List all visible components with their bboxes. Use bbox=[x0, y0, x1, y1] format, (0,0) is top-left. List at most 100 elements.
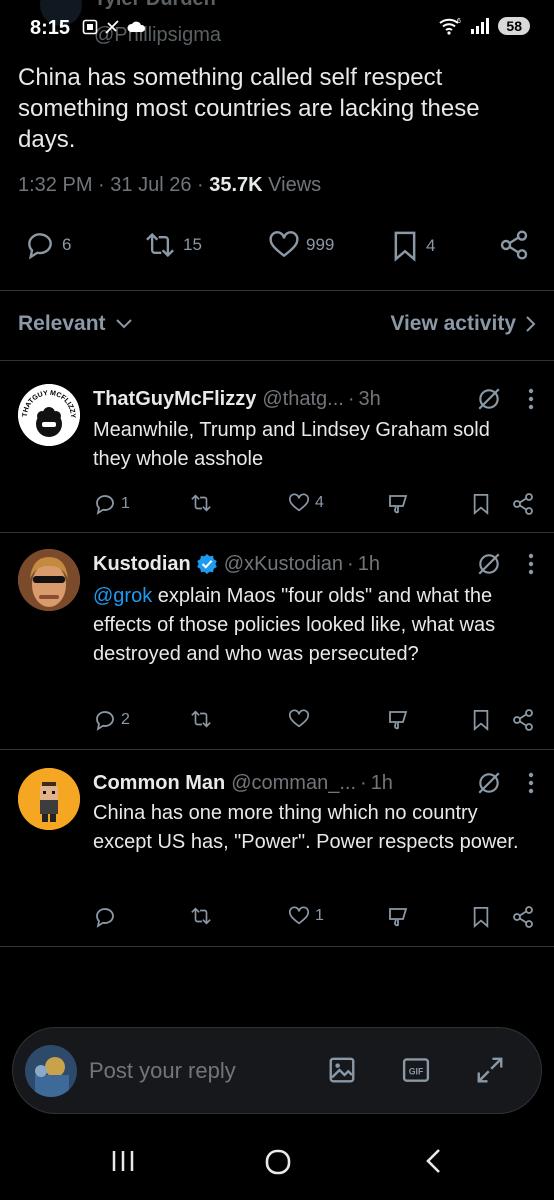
reply-icon bbox=[96, 908, 114, 928]
share-button[interactable] bbox=[511, 905, 535, 929]
repost-button[interactable] bbox=[189, 905, 217, 927]
repost-icon bbox=[191, 710, 211, 728]
sort-label: Relevant bbox=[18, 312, 106, 335]
share-button[interactable] bbox=[511, 492, 535, 516]
ghost-author-name: Tyler Durden bbox=[94, 0, 216, 11]
repost-icon bbox=[191, 907, 211, 925]
share-icon bbox=[513, 709, 533, 731]
reply-count: 2 bbox=[121, 711, 130, 728]
repost-button[interactable] bbox=[189, 708, 217, 730]
share-button[interactable] bbox=[498, 229, 530, 261]
grok-icon[interactable] bbox=[476, 770, 502, 796]
like-button[interactable] bbox=[287, 708, 315, 730]
reply-author-handle[interactable]: @comman_... bbox=[231, 772, 356, 795]
downvote-icon bbox=[389, 711, 408, 730]
share-icon bbox=[513, 493, 533, 515]
tools-icon bbox=[105, 20, 119, 34]
more-icon[interactable] bbox=[528, 772, 534, 794]
avatar[interactable] bbox=[18, 768, 80, 830]
recent-apps-icon[interactable] bbox=[110, 1148, 136, 1174]
reply-item[interactable]: Common Man @comman_... · 1h China has on… bbox=[0, 750, 554, 946]
reply-author-handle[interactable]: @thatg... bbox=[262, 388, 343, 411]
reply-header: Kustodian @xKustodian · 1h bbox=[93, 551, 534, 577]
grok-icon[interactable] bbox=[476, 386, 502, 412]
reply-count: 6 bbox=[62, 235, 72, 254]
user-avatar-image bbox=[25, 1045, 77, 1097]
like-count: 4 bbox=[315, 494, 324, 511]
reply-header: ThatGuyMcFlizzy @thatg... · 3h bbox=[93, 386, 534, 412]
tweet-time: 1:32 PM bbox=[18, 174, 93, 196]
back-icon[interactable] bbox=[424, 1148, 442, 1174]
mention-link[interactable]: @grok bbox=[93, 585, 152, 607]
reply-filter-row: Relevant View activity bbox=[18, 312, 536, 336]
downvote-button[interactable] bbox=[386, 905, 410, 929]
like-icon bbox=[289, 709, 309, 728]
bookmark-button[interactable] bbox=[471, 492, 491, 516]
status-right: 6 58 bbox=[438, 16, 530, 36]
tweet-views-count[interactable]: 35.7K bbox=[209, 174, 262, 196]
reply-count: 1 bbox=[121, 495, 130, 512]
reply-icon bbox=[28, 233, 52, 260]
like-button[interactable]: 1 bbox=[287, 905, 324, 927]
expand-icon[interactable] bbox=[475, 1055, 505, 1085]
like-count: 999 bbox=[306, 235, 335, 254]
downvote-icon bbox=[389, 495, 408, 514]
reply-button[interactable]: 1 bbox=[93, 492, 130, 516]
sort-dropdown[interactable]: Relevant bbox=[18, 312, 132, 336]
downvote-button[interactable] bbox=[386, 708, 410, 732]
reply-time: 3h bbox=[358, 387, 381, 410]
reply-button[interactable]: 2 bbox=[93, 708, 130, 732]
more-icon[interactable] bbox=[528, 388, 534, 410]
svg-text:GIF: GIF bbox=[409, 1066, 424, 1076]
like-icon bbox=[289, 906, 309, 925]
downvote-button[interactable] bbox=[386, 492, 410, 516]
verified-icon bbox=[196, 554, 217, 574]
status-time: 8:15 bbox=[30, 17, 71, 39]
reply-button[interactable]: 6 bbox=[24, 229, 71, 261]
signal-icon bbox=[471, 18, 490, 34]
bookmark-button[interactable] bbox=[471, 905, 491, 929]
reply-time: 1h bbox=[370, 771, 393, 794]
reply-author-name[interactable]: ThatGuyMcFlizzy bbox=[93, 388, 256, 411]
reply-author-handle[interactable]: @xKustodian bbox=[224, 553, 343, 576]
reply-text-content: explain Maos "four olds" and what the ef… bbox=[93, 585, 496, 665]
share-icon bbox=[513, 906, 533, 928]
wifi-icon: 6 bbox=[439, 18, 461, 35]
image-icon[interactable] bbox=[327, 1055, 357, 1085]
like-count: 1 bbox=[315, 907, 324, 924]
bookmark-button[interactable]: 4 bbox=[390, 229, 435, 263]
divider bbox=[0, 360, 554, 361]
reply-button[interactable] bbox=[93, 905, 121, 929]
home-icon[interactable] bbox=[264, 1148, 292, 1176]
reply-item[interactable]: THATGUY MCFLIZZY ThatGuyMcFlizzy @thatg.… bbox=[0, 372, 554, 532]
view-activity-link[interactable]: View activity bbox=[390, 312, 536, 336]
reply-icon bbox=[96, 711, 114, 731]
like-button[interactable]: 4 bbox=[287, 492, 324, 514]
bookmark-button[interactable] bbox=[471, 708, 491, 732]
screenshot-icon bbox=[82, 19, 98, 35]
reply-actions: 1 bbox=[93, 905, 535, 933]
reply-actions: 2 bbox=[93, 708, 535, 736]
grok-icon[interactable] bbox=[476, 551, 502, 577]
reply-author-name[interactable]: Kustodian bbox=[93, 553, 191, 576]
reply-input[interactable]: Post your reply bbox=[89, 1058, 236, 1084]
chevron-right-icon bbox=[526, 316, 536, 332]
tweet-actions: 6 15 999 4 bbox=[0, 225, 554, 267]
more-icon[interactable] bbox=[528, 553, 534, 575]
system-nav-bar bbox=[0, 1130, 554, 1200]
avatar[interactable] bbox=[18, 549, 80, 611]
gif-icon[interactable]: GIF bbox=[401, 1055, 431, 1085]
status-bar: Tyler Durden @Phillipsigma 8:15 6 58 bbox=[0, 0, 554, 60]
reply-composer[interactable]: Post your reply GIF bbox=[12, 1027, 542, 1114]
tweet-date: 31 Jul 26 bbox=[110, 174, 192, 196]
repost-button[interactable]: 15 bbox=[143, 229, 202, 261]
bookmark-icon bbox=[473, 494, 489, 515]
like-icon bbox=[289, 493, 309, 512]
repost-button[interactable] bbox=[189, 492, 217, 514]
avatar[interactable]: THATGUY MCFLIZZY bbox=[18, 384, 80, 446]
like-button[interactable]: 999 bbox=[268, 229, 334, 261]
share-button[interactable] bbox=[511, 708, 535, 732]
reply-author-name[interactable]: Common Man bbox=[93, 772, 225, 795]
reply-time: 1h bbox=[357, 552, 380, 575]
reply-item[interactable]: Kustodian @xKustodian · 1h @grok explain… bbox=[0, 533, 554, 749]
